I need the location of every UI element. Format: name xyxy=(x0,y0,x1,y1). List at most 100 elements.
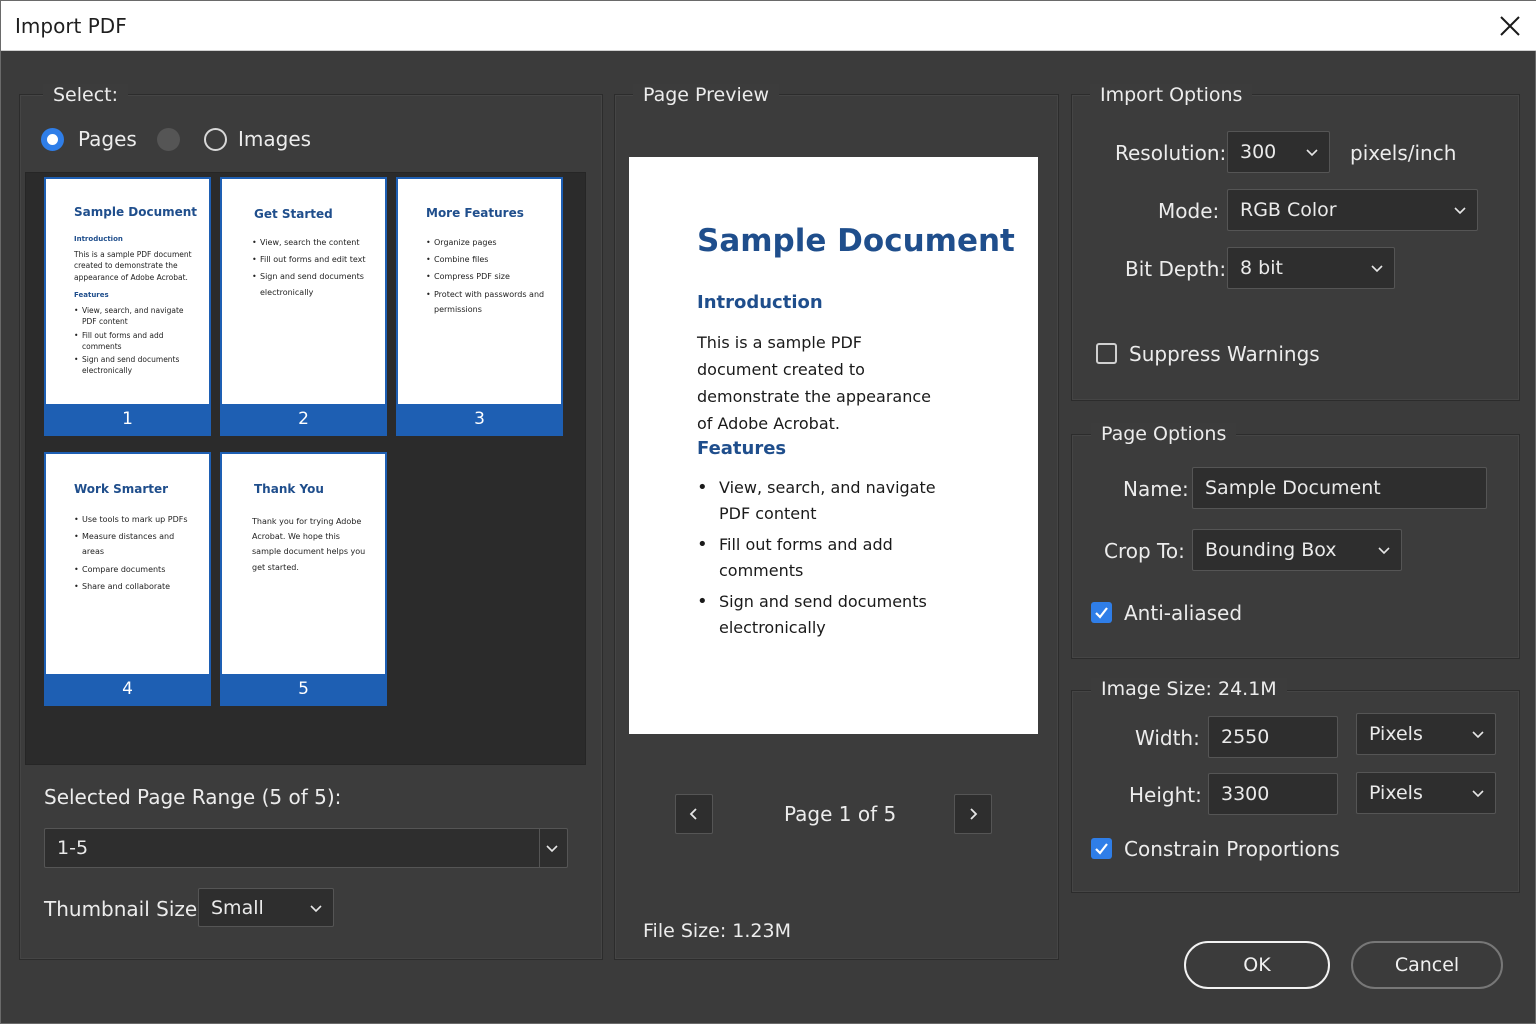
thumb-subheading: Features xyxy=(74,291,109,299)
list-item: Fill out forms and edit text xyxy=(252,252,371,267)
close-button[interactable] xyxy=(1493,9,1527,43)
mode-dropdown[interactable]: RGB Color xyxy=(1227,189,1478,231)
chevron-down-icon xyxy=(1472,790,1484,798)
chevron-down-icon xyxy=(1378,547,1390,555)
page-preview: Sample Document Introduction This is a s… xyxy=(629,157,1038,734)
page-preview-legend: Page Preview xyxy=(633,84,779,106)
list-item: Combine files xyxy=(426,252,547,267)
next-page-button[interactable] xyxy=(954,794,992,834)
page-thumbnail-5[interactable]: Thank You Thank you for trying Adobe Acr… xyxy=(220,452,387,706)
list-item: Compress PDF size xyxy=(426,269,547,284)
list-item: View, search, and navigate PDF content xyxy=(74,305,195,328)
preview-intro-text: This is a sample PDF document created to… xyxy=(697,333,931,433)
close-icon xyxy=(1500,16,1520,36)
bit-depth-label: Bit Depth: xyxy=(1125,257,1227,281)
select-legend: Select: xyxy=(43,84,129,106)
crop-to-dropdown[interactable]: Bounding Box xyxy=(1192,529,1402,571)
chevron-left-icon xyxy=(689,808,697,820)
width-unit-dropdown[interactable]: Pixels xyxy=(1356,713,1496,755)
list-item: Sign and send documents electronically xyxy=(252,269,371,299)
crop-to-value: Bounding Box xyxy=(1205,539,1337,561)
ok-button[interactable]: OK xyxy=(1184,941,1330,989)
thumb-title: Thank You xyxy=(254,482,324,496)
anti-aliased-checkbox[interactable] xyxy=(1091,602,1112,623)
page-options-legend: Page Options xyxy=(1091,423,1237,445)
disabled-radio xyxy=(157,128,180,151)
import-pdf-dialog: Import PDF Select: Pages Images Sample D… xyxy=(0,0,1536,1024)
thumb-bullets: Use tools to mark up PDFs Measure distan… xyxy=(74,512,195,596)
thumb-page-number: 5 xyxy=(222,674,385,704)
crop-to-label: Crop To: xyxy=(1104,539,1185,563)
thumb-title: Work Smarter xyxy=(74,482,169,496)
thumbnail-size-value: Small xyxy=(211,896,264,919)
preview-features-list: View, search, and navigate PDF content F… xyxy=(697,475,942,646)
thumb-page-number: 3 xyxy=(398,404,561,434)
list-item: Share and collaborate xyxy=(74,579,195,594)
preview-intro-heading: Introduction xyxy=(697,292,823,313)
list-item: Sign and send documents electronically xyxy=(697,589,942,641)
suppress-warnings-checkbox[interactable] xyxy=(1096,343,1117,364)
height-label: Height: xyxy=(1129,783,1202,807)
list-item: Fill out forms and add comments xyxy=(697,532,942,584)
preview-doc-title: Sample Document xyxy=(697,223,1015,259)
thumbnail-size-label: Thumbnail Size: xyxy=(44,897,204,921)
checkmark-icon xyxy=(1095,607,1108,619)
images-radio-label[interactable]: Images xyxy=(238,127,311,151)
chevron-right-icon xyxy=(970,808,978,820)
images-radio[interactable] xyxy=(204,128,227,151)
chevron-down-icon xyxy=(1371,265,1383,273)
chevron-down-icon xyxy=(1454,207,1466,215)
page-thumbnail-1[interactable]: Sample Document Introduction This is a s… xyxy=(44,177,211,436)
constrain-proportions-checkbox[interactable] xyxy=(1091,838,1112,859)
thumb-bullets: View, search, and navigate PDF content F… xyxy=(74,305,195,379)
anti-aliased-label[interactable]: Anti-aliased xyxy=(1124,601,1242,625)
height-input[interactable]: 3300 xyxy=(1208,773,1338,815)
thumb-title: More Features xyxy=(426,206,524,220)
page-thumbnail-4[interactable]: Work Smarter Use tools to mark up PDFs M… xyxy=(44,452,211,706)
list-item: Protect with passwords and permissions xyxy=(426,287,547,317)
list-item: Sign and send documents electronically xyxy=(74,354,195,377)
list-item: Compare documents xyxy=(74,562,195,577)
resolution-dropdown[interactable]: 300 xyxy=(1227,131,1330,173)
width-value: 2550 xyxy=(1221,726,1270,748)
dialog-title: Import PDF xyxy=(15,14,127,38)
thumb-text: This is a sample PDF document created to… xyxy=(74,250,192,282)
pages-radio-label[interactable]: Pages xyxy=(78,127,137,151)
height-value: 3300 xyxy=(1221,783,1270,805)
thumb-subheading: Introduction xyxy=(74,235,123,243)
thumb-title: Sample Document xyxy=(74,205,198,219)
width-label: Width: xyxy=(1135,726,1200,750)
title-bar: Import PDF xyxy=(1,1,1536,51)
thumb-page-number: 2 xyxy=(222,404,385,434)
suppress-warnings-label[interactable]: Suppress Warnings xyxy=(1129,342,1320,366)
page-range-combobox[interactable]: 1-5 xyxy=(44,828,568,868)
thumb-page-number: 4 xyxy=(46,674,209,704)
constrain-proportions-label[interactable]: Constrain Proportions xyxy=(1124,837,1340,861)
chevron-down-icon xyxy=(310,904,322,912)
checkmark-icon xyxy=(1095,843,1108,855)
page-thumbnail-3[interactable]: More Features Organize pages Combine fil… xyxy=(396,177,563,436)
mode-value: RGB Color xyxy=(1240,199,1337,221)
bit-depth-dropdown[interactable]: 8 bit xyxy=(1227,247,1395,289)
resolution-value: 300 xyxy=(1240,141,1277,163)
list-item: View, search the content xyxy=(252,235,371,250)
file-size: File Size: 1.23M xyxy=(643,920,791,942)
thumb-text: Thank you for trying Adobe Acrobat. We h… xyxy=(252,517,366,572)
bit-depth-value: 8 bit xyxy=(1240,257,1283,279)
chevron-down-icon xyxy=(546,845,558,853)
previous-page-button[interactable] xyxy=(675,794,713,834)
name-input[interactable]: Sample Document xyxy=(1192,467,1487,509)
thumbnail-size-dropdown[interactable]: Small xyxy=(198,888,334,927)
page-thumbnail-2[interactable]: Get Started View, search the content Fil… xyxy=(220,177,387,436)
preview-features-heading: Features xyxy=(697,438,787,459)
list-item: View, search, and navigate PDF content xyxy=(697,475,942,527)
list-item: Organize pages xyxy=(426,235,547,250)
chevron-down-icon xyxy=(1306,149,1318,157)
pages-radio[interactable] xyxy=(41,128,64,151)
list-item: Measure distances and areas xyxy=(74,529,195,559)
cancel-button[interactable]: Cancel xyxy=(1351,941,1503,989)
image-size-legend: Image Size: 24.1M xyxy=(1091,678,1287,700)
list-item: Use tools to mark up PDFs xyxy=(74,512,195,527)
width-input[interactable]: 2550 xyxy=(1208,716,1338,758)
height-unit-dropdown[interactable]: Pixels xyxy=(1356,772,1496,814)
